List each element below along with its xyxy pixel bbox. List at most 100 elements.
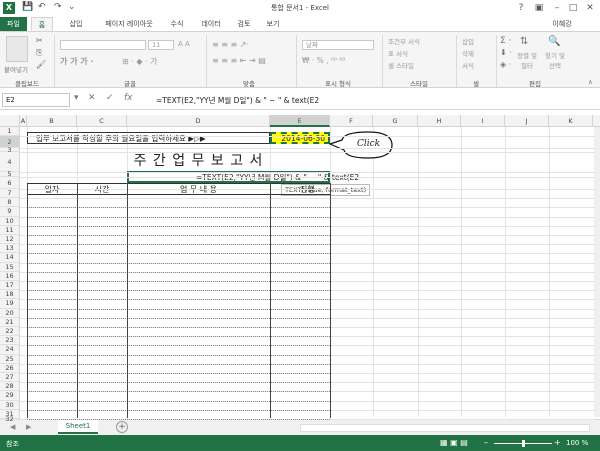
row-header[interactable]: 27 [0, 373, 20, 383]
sort-filter-button[interactable]: 정렬 및 필터 [516, 50, 538, 70]
row-header[interactable]: 13 [0, 244, 20, 254]
clear-icon[interactable]: ◈ · [500, 60, 511, 69]
row-header[interactable]: 21 [0, 317, 20, 327]
align-top-icon[interactable]: ≡ ≡ ≡ ↗· [212, 40, 249, 49]
table-format-button[interactable]: 표 서식 [388, 48, 408, 58]
row-header[interactable]: 18 [0, 290, 20, 300]
autosum-icon[interactable]: Σ · [500, 36, 511, 46]
row-header[interactable]: 14 [0, 253, 20, 263]
name-box-dropdown-icon[interactable]: ▾ [74, 93, 79, 103]
row-header[interactable]: 9 [0, 207, 20, 217]
column-header-a[interactable]: A [20, 115, 27, 127]
format-cells-button[interactable]: 서식 [462, 60, 474, 70]
find-select-button[interactable]: 찾기 및 선택 [542, 50, 568, 70]
currency-icon[interactable]: ₩ · % , ⁰⁰ ⁰⁰ [302, 56, 345, 65]
cancel-icon[interactable]: ✕ [88, 93, 96, 103]
font-name-select[interactable] [60, 40, 146, 50]
separator [382, 35, 383, 87]
column-header-f[interactable]: F [330, 115, 373, 127]
row-header[interactable]: 17 [0, 281, 20, 291]
column-header-g[interactable]: G [373, 115, 418, 127]
maximize-icon[interactable]: □ [564, 1, 582, 15]
row-header[interactable]: 28 [0, 382, 20, 392]
column-header-j[interactable]: J [505, 115, 549, 127]
cut-icon[interactable]: ✂ [36, 36, 43, 45]
tab-home[interactable]: 홈 [31, 17, 53, 31]
row-header[interactable]: 11 [0, 225, 20, 235]
row-header[interactable]: 4 [0, 152, 20, 172]
column-header-e[interactable]: E [270, 115, 330, 127]
select-all-corner[interactable] [0, 115, 20, 127]
zoom-in-icon[interactable]: + [554, 438, 561, 447]
format-painter-icon[interactable]: 🖌 [36, 60, 46, 69]
row-header[interactable]: 10 [0, 216, 20, 226]
ribbon-display-icon[interactable]: ▣ [530, 1, 548, 15]
row-header[interactable]: 12 [0, 235, 20, 245]
delete-cells-button[interactable]: 삭제 [462, 48, 474, 58]
row-header[interactable]: 1 [0, 127, 20, 136]
row-header[interactable]: 8 [0, 198, 20, 208]
insert-function-icon[interactable]: fx [124, 93, 133, 103]
tab-insert[interactable]: 삽입 [62, 17, 90, 31]
next-sheet-icon[interactable]: ▶ [26, 423, 31, 431]
column-header-k[interactable]: K [549, 115, 593, 127]
zoom-slider-thumb[interactable] [522, 440, 525, 447]
enter-icon[interactable]: ✓ [106, 93, 114, 103]
tab-page-layout[interactable]: 페이지 레이아웃 [96, 17, 162, 31]
collapse-ribbon-icon[interactable]: ∧ [588, 78, 593, 86]
sort-filter-icon[interactable]: ⇅ [520, 36, 528, 47]
row-header[interactable]: 25 [0, 354, 20, 364]
row-header[interactable]: 20 [0, 308, 20, 318]
row-header[interactable]: 22 [0, 327, 20, 337]
tab-view[interactable]: 보기 [262, 17, 284, 31]
row-header[interactable]: 7 [0, 189, 20, 199]
paste-icon[interactable] [6, 36, 28, 62]
column-header-d[interactable]: D [127, 115, 270, 127]
tab-file[interactable]: 파일 [0, 17, 27, 31]
align-left-icon[interactable]: ≡ ≡ ≡ ⇤ ⇥ ▤ [212, 56, 266, 65]
row-header[interactable]: 30 [0, 400, 20, 410]
row-header[interactable]: 24 [0, 345, 20, 355]
close-icon[interactable]: ✕ [581, 1, 599, 15]
normal-view-icon[interactable]: ▦ ▣ ▤ [440, 438, 468, 447]
date-input-cell[interactable]: 2014-06-30 [270, 132, 330, 144]
zoom-level[interactable]: 100 % [566, 439, 588, 447]
sheet-tab-sheet1[interactable]: Sheet1 [58, 420, 98, 434]
cell-style-button[interactable]: 셀 스타일 [388, 60, 414, 70]
name-box[interactable]: E2 [2, 93, 70, 107]
column-header-h[interactable]: H [418, 115, 461, 127]
font-grow-icon[interactable]: A A [178, 40, 190, 48]
fill-icon[interactable]: ⬇ · [500, 48, 512, 57]
tab-data[interactable]: 데이터 [196, 17, 226, 31]
bold-icon[interactable]: 가 가 가 · [60, 56, 93, 67]
row-header[interactable]: 19 [0, 299, 20, 309]
tab-formulas[interactable]: 수식 [166, 17, 188, 31]
find-select-icon[interactable]: 🔍 [548, 36, 560, 47]
copy-icon[interactable]: ⎘ [36, 48, 42, 58]
row-header[interactable]: 26 [0, 363, 20, 373]
help-icon[interactable]: ? [512, 1, 530, 15]
add-sheet-icon[interactable]: + [116, 421, 128, 433]
prev-sheet-icon[interactable]: ◀ [10, 423, 15, 431]
row-header[interactable]: 29 [0, 391, 20, 401]
user-name[interactable]: 이혜강 [544, 17, 580, 31]
zoom-out-icon[interactable]: – [484, 438, 488, 447]
horizontal-scrollbar[interactable] [300, 424, 590, 432]
row-header[interactable]: 15 [0, 262, 20, 272]
column-header-i[interactable]: I [461, 115, 505, 127]
formula-input[interactable]: =TEXT(E2,"YY년 M월 D일") & " ~ " & text(E2 [156, 95, 319, 106]
font-size-select[interactable]: 11 [148, 40, 174, 50]
number-format-select[interactable]: 날짜 [302, 40, 374, 50]
column-header-c[interactable]: C [77, 115, 127, 127]
conditional-format-button[interactable]: 조건부 서식 [388, 36, 420, 46]
column-header-b[interactable]: B [27, 115, 77, 127]
border-icon[interactable]: ⊞ · ◆ · 가 [122, 56, 157, 67]
row-header[interactable]: 23 [0, 336, 20, 346]
row-header[interactable]: 32 [0, 416, 20, 422]
row-header[interactable]: 16 [0, 271, 20, 281]
paste-label[interactable]: 붙여넣기 [4, 64, 28, 74]
row-header[interactable]: 6 [0, 177, 20, 189]
insert-cells-button[interactable]: 삽입 [462, 36, 474, 46]
tab-review[interactable]: 검토 [232, 17, 256, 31]
table-column-border [270, 183, 271, 418]
